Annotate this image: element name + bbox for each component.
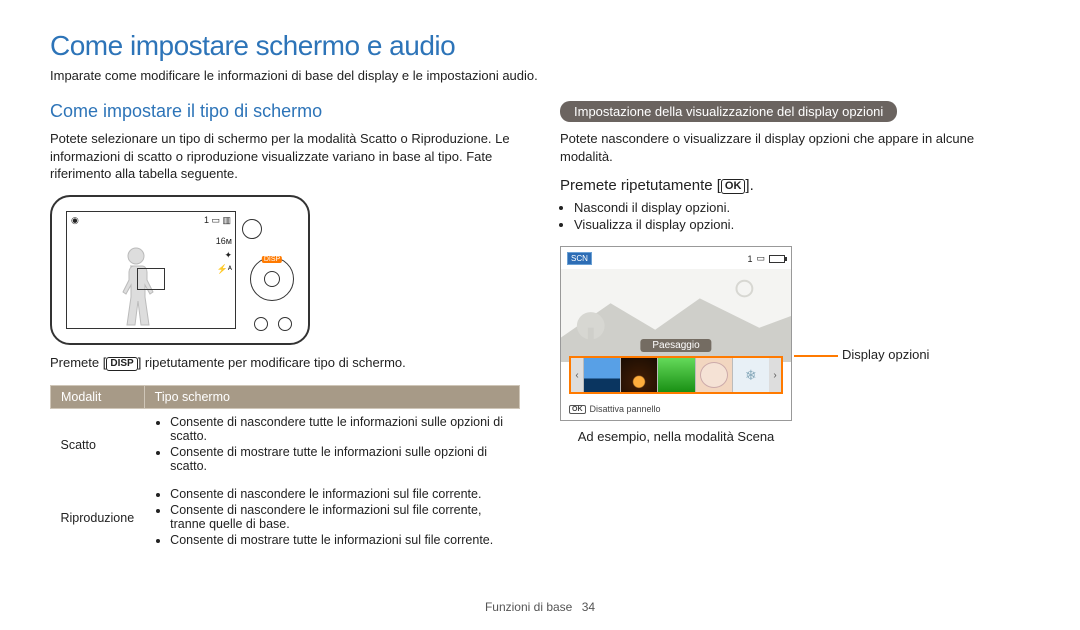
- chevron-left-icon: ‹: [571, 358, 583, 392]
- list-item: Consente di nascondere le informazioni s…: [170, 503, 509, 531]
- table-header-type: Tipo schermo: [144, 385, 519, 408]
- mode-cell: Riproduzione: [51, 481, 145, 555]
- flash-icon: ⚡ᴬ: [216, 262, 232, 276]
- list-item: Consente di mostrare tutte le informazio…: [170, 533, 509, 547]
- left-paragraph: Potete selezionare un tipo di schermo pe…: [50, 130, 520, 183]
- scene-thumb: [583, 358, 620, 392]
- mode-cell: Scatto: [51, 408, 145, 481]
- screen-type-table: Modalit Tipo schermo Scatto Consente di …: [50, 385, 520, 555]
- scene-thumb: [620, 358, 657, 392]
- scene-thumb: [695, 358, 732, 392]
- camera-illustration: ◉ 1 ▭ ▥ 16ᴍ ✦ ⚡ᴬ DISP: [50, 195, 310, 345]
- scene-caption: Ad esempio, nella modalità Scena: [560, 429, 792, 444]
- ok-mini-icon: OK: [569, 405, 586, 414]
- footer-section: Funzioni di base: [485, 600, 572, 614]
- page-footer: Funzioni di base 34: [0, 600, 1080, 614]
- rec-icon: ◉: [71, 215, 79, 226]
- scene-mode-screenshot: SCN 1 ▭ 16ᴍ Paesaggio ‹: [560, 246, 792, 421]
- table-row: Riproduzione Consente di nascondere le i…: [51, 481, 520, 555]
- table-header-mode: Modalit: [51, 385, 145, 408]
- scene-thumbnail-strip: ‹ ›: [569, 356, 783, 394]
- press-ok-instruction: Premete ripetutamente [OK].: [560, 177, 1030, 194]
- press-disp-instruction: Premete [DISP] ripetutamente per modific…: [50, 355, 520, 371]
- right-paragraph: Potete nascondere o visualizzare il disp…: [560, 130, 1030, 165]
- memory-icon: ▭: [756, 253, 765, 264]
- table-row: Scatto Consente di nascondere tutte le i…: [51, 408, 520, 481]
- battery-icon: [769, 255, 785, 263]
- camera-lcd: ◉ 1 ▭ ▥ 16ᴍ ✦ ⚡ᴬ: [66, 211, 236, 329]
- callout-connector: [794, 355, 838, 357]
- left-section-title: Come impostare il tipo di schermo: [50, 101, 520, 122]
- deactivate-panel-label: Disattiva pannello: [590, 404, 661, 414]
- disp-label-icon: DISP: [262, 256, 282, 263]
- intro-text: Imparate come modificare le informazioni…: [50, 68, 1030, 83]
- list-item: Consente di mostrare tutte le informazio…: [170, 445, 509, 473]
- resolution-icon: 16ᴍ: [216, 234, 232, 248]
- disp-key-icon: DISP: [106, 357, 137, 371]
- ok-key-icon: OK: [721, 179, 746, 194]
- camera-bottom-buttons: [254, 317, 292, 331]
- camera-small-button: [242, 219, 262, 239]
- camera-dpad: DISP: [250, 257, 294, 301]
- scene-thumb: [732, 358, 769, 392]
- status-icons: 1 ▭ ▥: [204, 215, 231, 226]
- list-item: Nascondi il display opzioni.: [574, 200, 1030, 215]
- list-item: Consente di nascondere le informazioni s…: [170, 487, 509, 501]
- quality-icon: ✦: [216, 248, 232, 262]
- list-item: Visualizza il display opzioni.: [574, 217, 1030, 232]
- page-number: 34: [582, 600, 595, 614]
- thumbnail-label: Paesaggio: [640, 339, 711, 352]
- scene-thumb: [657, 358, 694, 392]
- shot-count: 1: [747, 254, 752, 264]
- list-item: Consente di nascondere tutte le informaz…: [170, 415, 509, 443]
- focus-frame-icon: [137, 268, 165, 290]
- page-title: Come impostare schermo e audio: [50, 30, 1030, 62]
- scn-badge-icon: SCN: [567, 252, 592, 265]
- chevron-right-icon: ›: [769, 358, 781, 392]
- display-options-pill: Impostazione della visualizzazione del d…: [560, 101, 897, 122]
- display-options-callout: Display opzioni: [842, 347, 929, 362]
